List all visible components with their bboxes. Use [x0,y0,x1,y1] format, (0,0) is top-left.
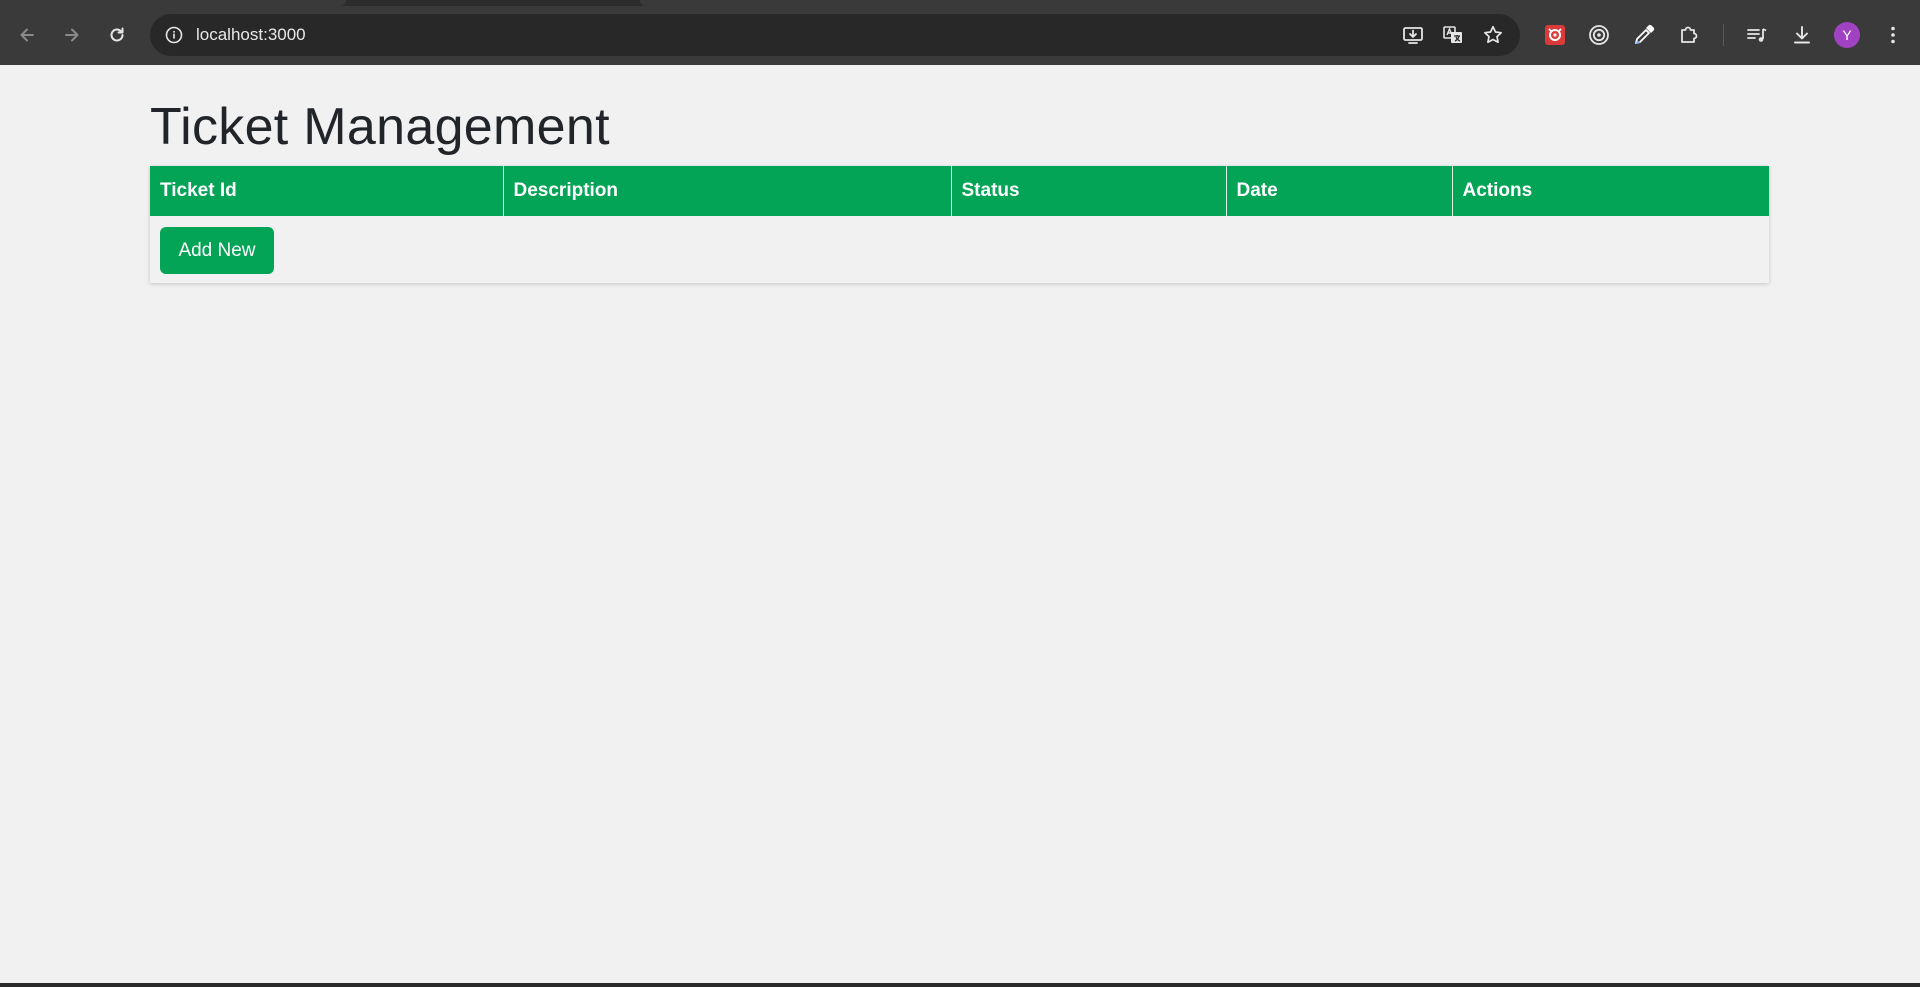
column-header-ticket-id: Ticket Id [150,166,504,216]
column-header-date: Date [1226,166,1453,216]
page-title: Ticket Management [150,98,610,156]
media-playlist-glyph [1747,28,1767,42]
column-header-status: Status [951,166,1227,216]
table-header-row: Ticket Id Description Status Date Action… [150,166,1769,216]
download-glyph [1794,26,1810,44]
tab-right[interactable] [640,0,1920,6]
column-header-actions: Actions [1452,166,1769,216]
target-glyph [1589,25,1609,45]
reload-button[interactable] [100,18,134,52]
extension-red-icon[interactable] [1542,22,1568,48]
toolbar-divider [1723,24,1724,46]
puzzle-glyph [1681,26,1698,43]
puzzle-icon[interactable] [1676,22,1702,48]
back-button[interactable] [10,18,44,52]
download-icon[interactable] [1789,22,1815,48]
add-new-button[interactable]: Add New [160,227,274,274]
profile-avatar[interactable]: Y [1834,22,1860,48]
column-header-description: Description [503,166,952,216]
info-icon[interactable] [164,25,184,45]
tickets-table-card: Ticket Id Description Status Date Action… [150,166,1769,283]
eyedropper-icon[interactable] [1631,22,1657,48]
star-icon[interactable] [1482,24,1504,46]
tab-left[interactable] [0,0,346,6]
extension-red-glyph [1545,25,1565,45]
eyedropper-glyph [1635,24,1655,44]
install-app-icon[interactable] [1402,24,1424,46]
tickets-table: Ticket Id Description Status Date Action… [150,166,1769,216]
kebab-menu-glyph [1891,26,1895,44]
browser-toolbar: localhost:3000 Y [0,0,1920,65]
url-text[interactable]: localhost:3000 [196,25,306,45]
window-bottom-edge [0,983,1920,987]
address-bar[interactable]: localhost:3000 [150,14,1520,56]
arrow-right-icon [65,28,79,42]
target-icon[interactable] [1586,22,1612,48]
forward-button[interactable] [55,18,89,52]
translate-icon[interactable] [1442,24,1464,46]
kebab-menu-icon[interactable] [1880,22,1906,48]
media-playlist-icon[interactable] [1744,22,1770,48]
reload-icon [110,27,124,42]
arrow-left-icon [20,28,34,42]
